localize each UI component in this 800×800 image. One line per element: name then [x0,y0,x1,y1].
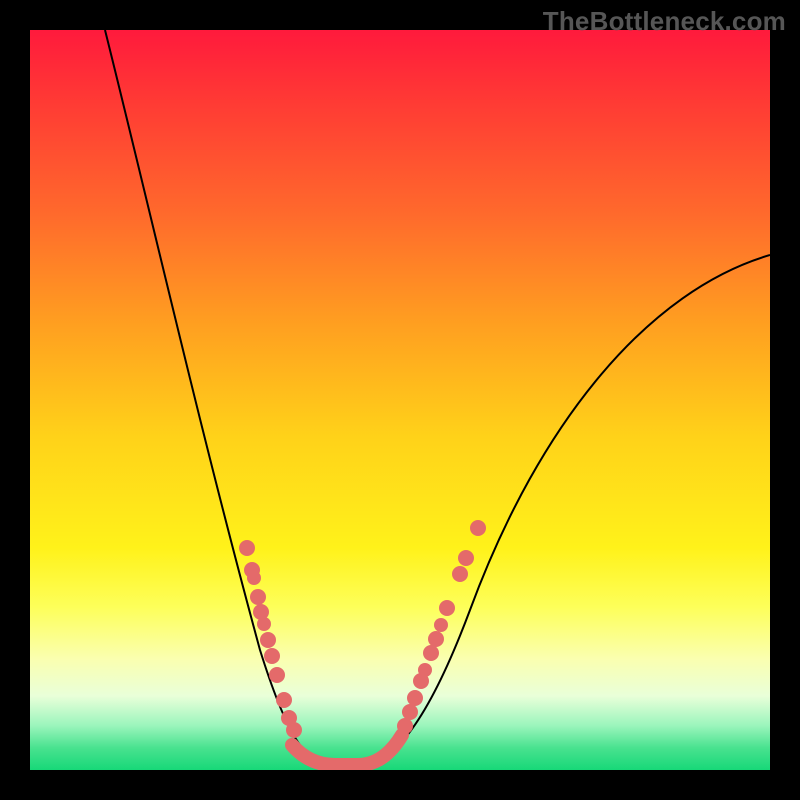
bottleneck-curve [30,30,770,770]
trough-highlight [292,735,402,765]
chart-frame: TheBottleneck.com [0,0,800,800]
dots-left [239,540,302,738]
watermark-text: TheBottleneck.com [543,6,786,37]
plot-area [30,30,770,770]
dots-right [397,520,486,734]
